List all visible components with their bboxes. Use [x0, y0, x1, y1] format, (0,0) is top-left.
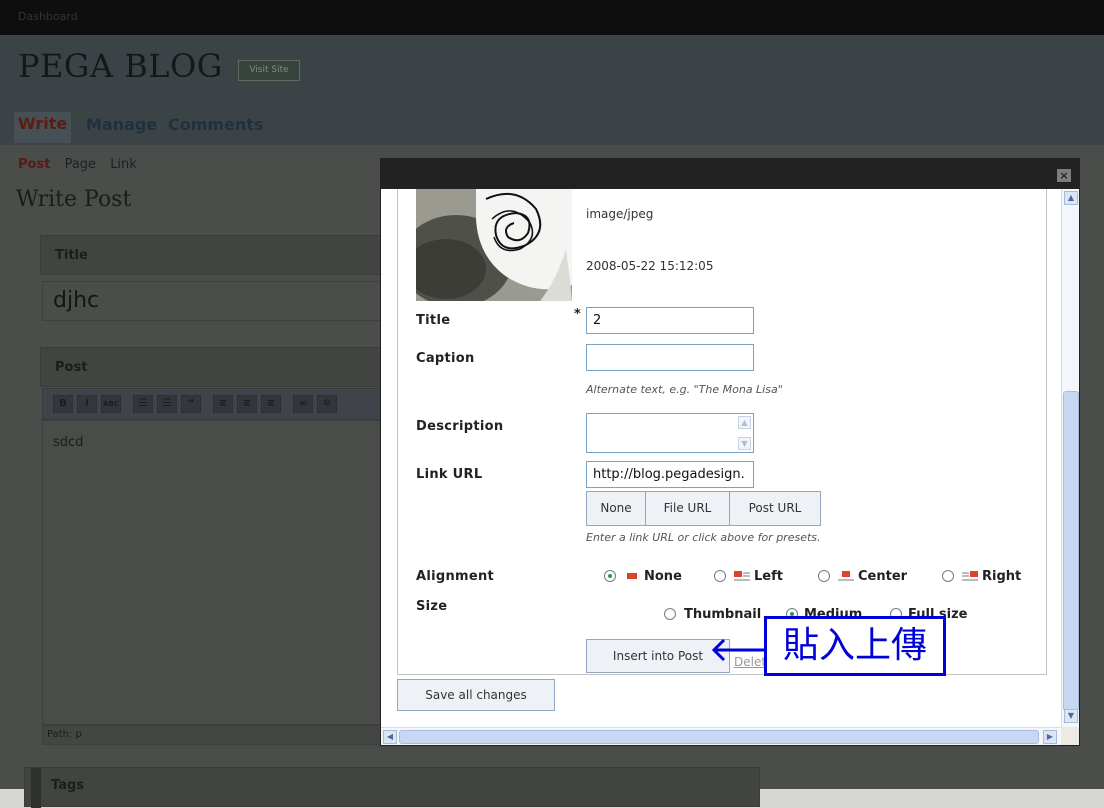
attachment-thumbnail: [416, 189, 572, 301]
size-field-label: Size: [416, 599, 448, 614]
modal-vertical-scrollbar[interactable]: ▲ ▼: [1061, 189, 1079, 727]
size-thumbnail-radio[interactable]: [664, 608, 676, 620]
attachment-panel: image/jpeg 2008-05-22 15:12:05 Title * C…: [397, 189, 1047, 675]
link-url-hint: Enter a link URL or click above for pres…: [586, 531, 821, 544]
align-right-radio[interactable]: [942, 570, 954, 582]
insert-into-post-button[interactable]: Insert into Post: [586, 639, 730, 673]
scroll-right-icon[interactable]: ▶: [1043, 730, 1057, 744]
caption-hint: Alternate text, e.g. "The Mona Lisa": [586, 383, 783, 396]
link-none-button[interactable]: None: [586, 491, 646, 526]
visit-site-button[interactable]: Visit Site: [238, 60, 300, 81]
editor-path: Path: p: [47, 729, 82, 740]
link-file-url-button[interactable]: File URL: [645, 491, 730, 526]
scroll-left-icon[interactable]: ◀: [383, 730, 397, 744]
align-none-label: None: [644, 569, 682, 584]
modal-header: ×: [381, 159, 1079, 189]
description-field-label: Description: [416, 419, 504, 434]
link-post-url-button[interactable]: Post URL: [729, 491, 821, 526]
blog-title: PEGA BLOG: [18, 47, 223, 85]
scroll-up-icon[interactable]: ▲: [1064, 191, 1078, 205]
blockquote-button[interactable]: “: [181, 395, 201, 413]
unlink-button[interactable]: ✲: [317, 395, 337, 413]
description-scrollbar[interactable]: ▲ ▼: [738, 416, 751, 450]
page-title: Write Post: [16, 187, 132, 212]
post-box-label: Post: [55, 360, 88, 375]
align-center-icon: [838, 571, 854, 581]
tab-write[interactable]: Write: [14, 112, 72, 143]
tags-label: Tags: [51, 778, 85, 793]
alignment-field-label: Alignment: [416, 569, 495, 584]
admin-tabs: Write Manage Comments: [0, 100, 1104, 145]
align-left-label: Left: [754, 569, 783, 584]
admin-top-bar: Dashboard: [0, 0, 1104, 35]
tab-comments[interactable]: Comments: [168, 115, 264, 134]
save-all-changes-button[interactable]: Save all changes: [397, 679, 555, 711]
scroll-down-icon[interactable]: ▼: [1064, 709, 1078, 723]
link-url-input[interactable]: [586, 461, 754, 488]
blog-header: PEGA BLOG Visit Site: [0, 35, 1104, 100]
italic-button[interactable]: I: [77, 395, 97, 413]
numbered-list-button[interactable]: ☰: [157, 395, 177, 413]
align-left-radio[interactable]: [714, 570, 726, 582]
write-subnav: Post Page Link: [18, 157, 147, 172]
align-center-button[interactable]: ≡: [237, 395, 257, 413]
tab-manage[interactable]: Manage: [86, 115, 157, 134]
align-right-label: Right: [982, 569, 1022, 584]
editor-text: sdcd: [53, 435, 84, 450]
attachment-mime-type: image/jpeg: [586, 207, 654, 221]
vertical-scroll-thumb[interactable]: [1063, 391, 1079, 711]
annotation-arrow-icon: [711, 638, 766, 662]
align-center-radio[interactable]: [818, 570, 830, 582]
subnav-post[interactable]: Post: [18, 157, 50, 172]
tags-box: Tags: [24, 767, 760, 808]
scroll-down-icon[interactable]: ▼: [738, 437, 751, 450]
align-left-button[interactable]: ≡: [213, 395, 233, 413]
link-url-field-label: Link URL: [416, 467, 483, 482]
align-left-icon: [734, 571, 750, 581]
align-right-icon: [962, 571, 978, 581]
attachment-title-input[interactable]: [586, 307, 754, 334]
attachment-date: 2008-05-22 15:12:05: [586, 259, 714, 273]
scroll-corner: [1061, 727, 1079, 745]
align-none-icon: [627, 573, 637, 579]
align-none-radio[interactable]: [604, 570, 616, 582]
horizontal-scroll-thumb[interactable]: [399, 730, 1039, 744]
description-textarea[interactable]: ▲ ▼: [586, 413, 754, 453]
caption-field-label: Caption: [416, 351, 475, 366]
dashboard-link[interactable]: Dashboard: [18, 10, 78, 23]
size-thumbnail-label: Thumbnail: [684, 607, 762, 622]
modal-horizontal-scrollbar[interactable]: ◀ ▶: [381, 727, 1061, 745]
title-box-label: Title: [55, 248, 88, 263]
bullet-list-button[interactable]: ☰: [133, 395, 153, 413]
required-mark: *: [574, 307, 581, 322]
subnav-page[interactable]: Page: [65, 157, 96, 172]
subnav-link[interactable]: Link: [110, 157, 137, 172]
scroll-up-icon[interactable]: ▲: [738, 416, 751, 429]
caption-input[interactable]: [586, 344, 754, 371]
strikethrough-button[interactable]: ABC: [101, 395, 121, 413]
tags-box-handle: [31, 768, 41, 808]
close-icon[interactable]: ×: [1057, 169, 1071, 182]
title-field-label: Title: [416, 313, 451, 328]
align-right-button[interactable]: ≡: [261, 395, 281, 413]
bold-button[interactable]: B: [53, 395, 73, 413]
annotation-callout: 貼入上傳: [764, 616, 946, 676]
link-button[interactable]: ∞: [293, 395, 313, 413]
align-center-label: Center: [858, 569, 908, 584]
